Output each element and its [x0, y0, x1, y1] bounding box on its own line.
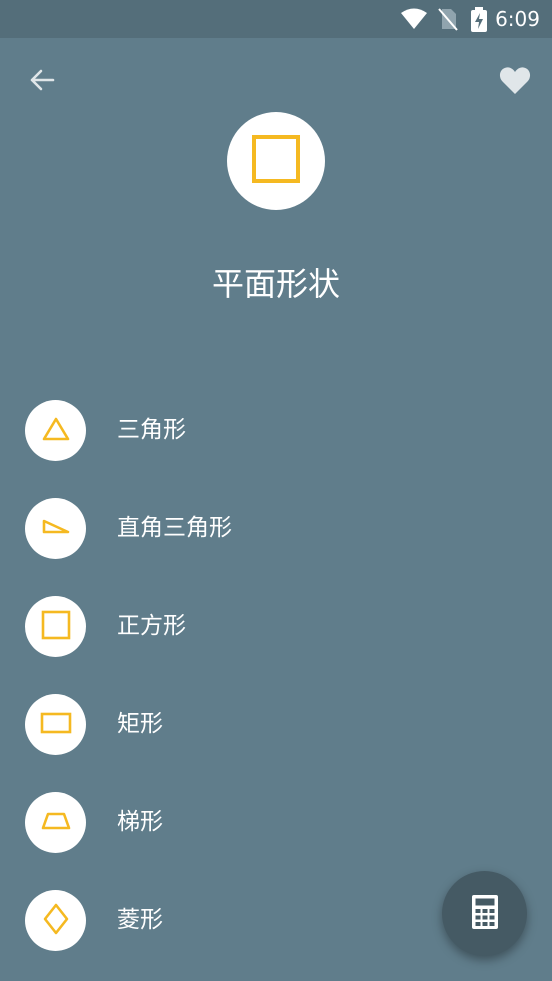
shape-label: 三角形	[117, 417, 186, 443]
shape-avatar	[25, 792, 86, 853]
shape-label: 矩形	[117, 711, 163, 737]
shape-item-square[interactable]: 正方形	[0, 577, 552, 675]
shape-avatar	[25, 596, 86, 657]
back-button[interactable]	[22, 62, 62, 102]
rectangle-icon	[40, 712, 72, 738]
no-sim-icon	[437, 7, 459, 35]
arrow-left-icon	[29, 69, 55, 95]
wifi-icon	[400, 7, 428, 35]
trapezoid-icon	[40, 811, 72, 835]
shape-item-right-triangle[interactable]: 直角三角形	[0, 479, 552, 577]
shape-item-triangle[interactable]: 三角形	[0, 381, 552, 479]
favorite-button[interactable]	[494, 61, 536, 103]
calculator-icon	[471, 894, 499, 934]
shape-avatar	[25, 400, 86, 461]
shape-label: 直角三角形	[117, 515, 232, 541]
header-shape-avatar	[227, 112, 325, 210]
shape-avatar	[25, 890, 86, 951]
status-time: 6:09	[495, 7, 540, 31]
page-title: 平面形状	[211, 265, 340, 303]
rhombus-icon	[43, 903, 69, 939]
status-bar: 6:09	[0, 0, 552, 38]
shape-avatar	[25, 694, 86, 755]
shape-label: 正方形	[117, 613, 186, 639]
shape-label: 梯形	[117, 809, 163, 835]
shape-item-rectangle[interactable]: 矩形	[0, 675, 552, 773]
shape-label: 菱形	[117, 907, 163, 933]
right-triangle-icon	[41, 518, 71, 540]
battery-charging-icon	[470, 7, 488, 37]
square-icon	[41, 610, 71, 644]
shape-item-trapezoid[interactable]: 梯形	[0, 773, 552, 871]
triangle-icon	[41, 416, 71, 446]
heart-icon	[499, 65, 531, 99]
shape-avatar	[25, 498, 86, 559]
square-icon	[251, 134, 301, 188]
calculator-fab[interactable]	[442, 871, 527, 956]
